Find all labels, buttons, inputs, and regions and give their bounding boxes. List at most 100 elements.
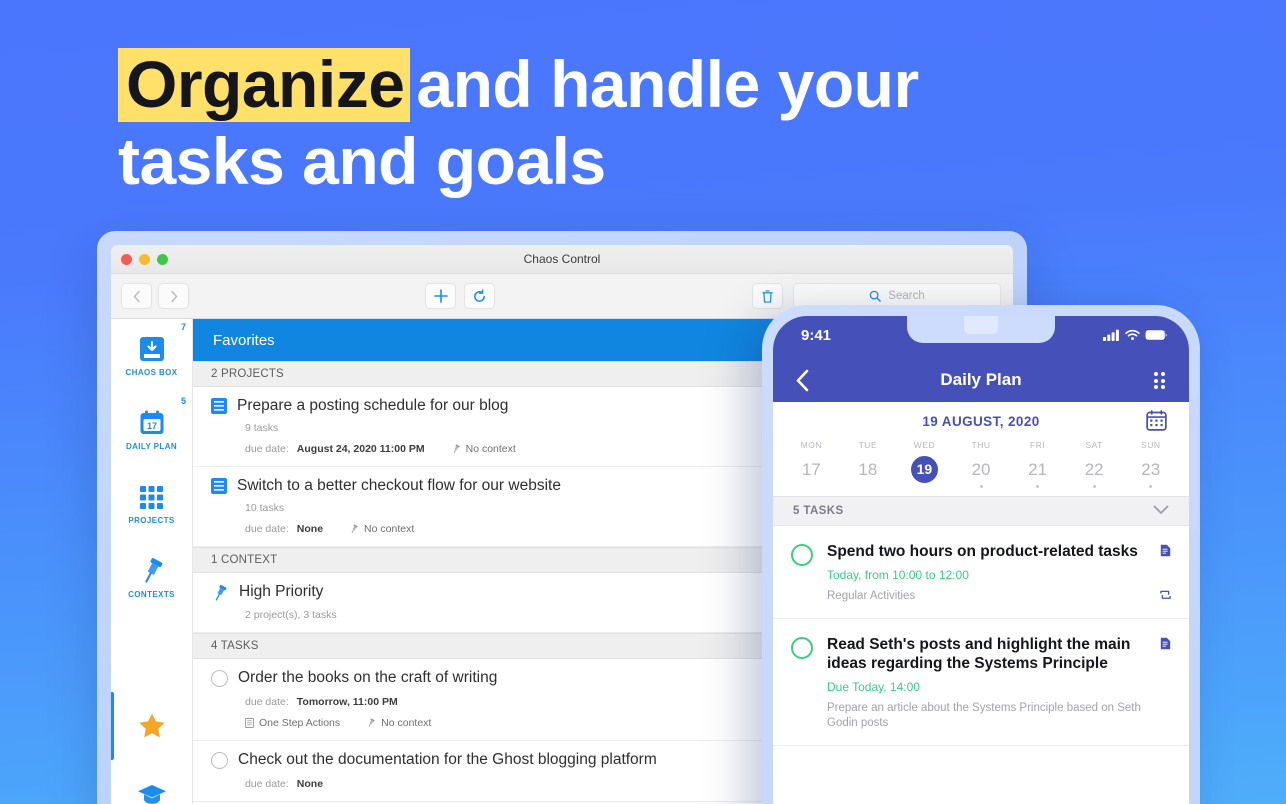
row-context: No context [366, 717, 431, 729]
phone-section-label: 5 TASKS [793, 505, 844, 517]
sidebar-label-chaos-box: CHAOS BOX [125, 368, 178, 377]
sidebar-item-contexts[interactable]: CONTEXTS [111, 541, 192, 615]
chevron-left-icon [796, 369, 809, 392]
trash-icon [762, 289, 773, 303]
list-item[interactable]: Spend two hours on product-related tasks… [773, 526, 1189, 619]
sidebar: 7 CHAOS BOX 5 17 DAILY PLAN PROJECTS CON… [111, 319, 193, 804]
phone-frame: 9:41 Daily Plan 19 AUGUST, 2020 MON 17 T… [762, 305, 1200, 804]
inbox-download-icon [139, 337, 164, 361]
row-title: Switch to a better checkout flow for our… [237, 477, 561, 494]
sync-button[interactable] [464, 283, 495, 309]
window-title: Chaos Control [523, 252, 601, 266]
day-number: 23 [1141, 460, 1161, 479]
sidebar-badge-daily-plan: 5 [180, 396, 186, 406]
row-context-label: No context [364, 523, 415, 535]
chevron-left-icon [133, 290, 140, 302]
status-time: 9:41 [801, 327, 832, 344]
status-icons [1103, 329, 1167, 341]
day-number: 18 [858, 460, 878, 479]
day-dot [979, 485, 983, 488]
task-note: Regular Activities [827, 590, 916, 602]
pin-icon [144, 558, 162, 583]
row-context-label: No context [465, 443, 516, 455]
checkbox-circle-icon[interactable] [211, 752, 228, 769]
sidebar-bottom-group [111, 690, 192, 804]
row-context: No context [451, 443, 516, 455]
row-title: Order the books on the craft of writing [238, 669, 498, 686]
back-button[interactable] [121, 283, 152, 309]
add-button[interactable] [425, 283, 456, 309]
day-of-week: FRI [1030, 440, 1046, 450]
chevron-down-icon[interactable] [1153, 505, 1169, 518]
phone-week-strip: MON 17 TUE 18 WED 19 THU 20 FRI 21 SAT 2… [773, 440, 1189, 496]
list-item[interactable]: Read Seth's posts and highlight the main… [773, 619, 1189, 746]
phone-status-bar: 9:41 [773, 316, 1189, 358]
sidebar-item-chaos-box[interactable]: 7 CHAOS BOX [111, 319, 192, 393]
phone-date-header: 19 AUGUST, 2020 [773, 402, 1189, 440]
sidebar-item-daily-plan[interactable]: 5 17 DAILY PLAN [111, 393, 192, 467]
day-dot [1036, 485, 1040, 488]
task-title: Spend two hours on product-related tasks [827, 543, 1138, 560]
phone-screen-title: Daily Plan [940, 370, 1022, 389]
repeat-icon [1159, 588, 1172, 606]
day-cell-wed[interactable]: WED 19 [896, 440, 953, 488]
day-number: 17 [801, 460, 821, 479]
due-date-label: due date: [245, 696, 289, 708]
sidebar-item-projects[interactable]: PROJECTS [111, 467, 192, 541]
document-icon [1160, 544, 1171, 562]
phone-section-header[interactable]: 5 TASKS [773, 496, 1189, 526]
calendar-icon[interactable] [1146, 410, 1167, 436]
project-icon [245, 718, 254, 728]
day-cell-mon[interactable]: MON 17 [783, 440, 840, 488]
sidebar-item-learn[interactable] [111, 760, 192, 804]
pin-icon [368, 718, 375, 727]
phone-topbar: 9:41 Daily Plan [773, 316, 1189, 402]
poster-canvas: Organize and handle your tasks and goals … [0, 0, 1286, 804]
calendar-17-icon: 17 [140, 410, 163, 434]
battery-full-icon [1145, 330, 1167, 340]
day-cell-fri[interactable]: FRI 21 [1009, 440, 1066, 488]
sidebar-label-contexts: CONTEXTS [128, 590, 175, 599]
zoom-window-button[interactable] [157, 254, 168, 265]
task-due: Due Today, 14:00 [827, 680, 920, 694]
day-cell-sun[interactable]: SUN 23 [1122, 440, 1179, 488]
delete-button[interactable] [752, 283, 783, 309]
day-of-week: WED [913, 440, 936, 450]
due-date-label: due date: [245, 443, 289, 455]
sidebar-label-daily-plan: DAILY PLAN [125, 442, 178, 451]
project-icon [211, 398, 227, 414]
grid-icon [140, 485, 163, 509]
phone-back-button[interactable] [795, 369, 811, 397]
day-number: 21 [1028, 460, 1048, 479]
close-window-button[interactable] [121, 254, 132, 265]
day-of-week: TUE [858, 440, 878, 450]
row-context-label: No context [381, 717, 432, 729]
toolbar-center-actions [425, 283, 495, 309]
row-title: High Priority [239, 583, 324, 600]
day-dot [1149, 485, 1153, 488]
document-icon [1160, 637, 1171, 655]
project-icon [211, 478, 227, 494]
wifi-icon [1125, 329, 1140, 340]
headline-highlight: Organize [118, 48, 411, 122]
day-cell-sat[interactable]: SAT 22 [1066, 440, 1123, 488]
sidebar-item-favorites[interactable] [111, 690, 192, 760]
day-of-week: MON [800, 440, 822, 450]
checkbox-circle-icon[interactable] [211, 670, 228, 687]
graduation-cap-icon [137, 785, 166, 804]
day-cell-tue[interactable]: TUE 18 [840, 440, 897, 488]
sidebar-label-projects: PROJECTS [128, 515, 175, 525]
sidebar-badge-chaos-box: 7 [180, 322, 186, 332]
pin-icon [351, 524, 358, 533]
search-placeholder: Search [888, 290, 925, 302]
day-cell-thu[interactable]: THU 20 [953, 440, 1010, 488]
forward-button[interactable] [158, 283, 189, 309]
phone-notch [907, 316, 1055, 343]
due-date-label: due date: [245, 523, 289, 535]
circle-unchecked-icon[interactable] [791, 544, 813, 566]
task-due: Today, from 10:00 to 12:00 [827, 568, 969, 582]
circle-unchecked-icon[interactable] [791, 637, 813, 659]
grid-dots-icon[interactable] [1154, 372, 1167, 389]
minimize-window-button[interactable] [139, 254, 150, 265]
window-titlebar: Chaos Control [111, 245, 1013, 274]
